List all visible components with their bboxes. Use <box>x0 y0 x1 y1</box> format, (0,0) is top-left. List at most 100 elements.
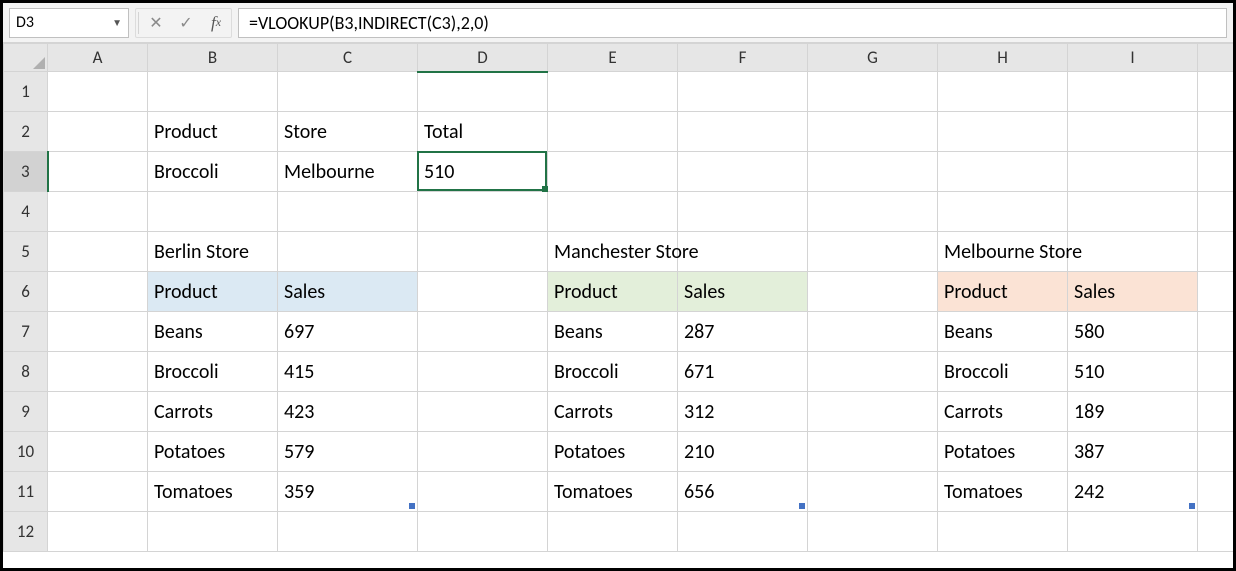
cell-I11[interactable]: 242 <box>1068 472 1198 512</box>
row-header-5[interactable]: 5 <box>4 232 48 272</box>
cell-H5[interactable]: Melbourne Store <box>938 232 1068 272</box>
cell[interactable] <box>1198 112 1234 152</box>
cell-B11[interactable]: Tomatoes <box>148 472 278 512</box>
formula-input[interactable]: =VLOOKUP(B3,INDIRECT(C3),2,0) <box>238 8 1227 38</box>
cell[interactable] <box>148 192 278 232</box>
cell-I8[interactable]: 510 <box>1068 352 1198 392</box>
cell[interactable] <box>278 192 418 232</box>
cell[interactable] <box>1198 512 1234 552</box>
cell-B2[interactable]: Product <box>148 112 278 152</box>
cell[interactable] <box>1068 152 1198 192</box>
cell-E9[interactable]: Carrots <box>548 392 678 432</box>
cell-I9[interactable]: 189 <box>1068 392 1198 432</box>
cell[interactable] <box>278 512 418 552</box>
row-header-7[interactable]: 7 <box>4 312 48 352</box>
cell[interactable] <box>418 72 548 112</box>
cell[interactable] <box>548 152 678 192</box>
row-header-3[interactable]: 3 <box>4 152 48 192</box>
cell[interactable] <box>808 472 938 512</box>
table-corner-icon[interactable] <box>409 503 415 509</box>
cell[interactable] <box>808 232 938 272</box>
cell-F9[interactable]: 312 <box>678 392 808 432</box>
cell-E11[interactable]: Tomatoes <box>548 472 678 512</box>
cell[interactable] <box>48 72 148 112</box>
row-header-1[interactable]: 1 <box>4 72 48 112</box>
cell-D2[interactable]: Total <box>418 112 548 152</box>
cell-F6[interactable]: Sales <box>678 272 808 312</box>
cell-D3[interactable]: 510 <box>418 152 548 192</box>
col-header-G[interactable]: G <box>808 44 938 72</box>
cell[interactable] <box>1198 392 1234 432</box>
cell-C11[interactable]: 359 <box>278 472 418 512</box>
cell[interactable] <box>48 392 148 432</box>
cell[interactable] <box>1198 432 1234 472</box>
cell-F11[interactable]: 656 <box>678 472 808 512</box>
cell-B10[interactable]: Potatoes <box>148 432 278 472</box>
row-header-4[interactable]: 4 <box>4 192 48 232</box>
row-header-6[interactable]: 6 <box>4 272 48 312</box>
col-header-A[interactable]: A <box>48 44 148 72</box>
row-header-9[interactable]: 9 <box>4 392 48 432</box>
cell[interactable] <box>938 72 1068 112</box>
cell[interactable] <box>48 232 148 272</box>
cell-H6[interactable]: Product <box>938 272 1068 312</box>
cell[interactable] <box>548 512 678 552</box>
row-header-2[interactable]: 2 <box>4 112 48 152</box>
cell[interactable] <box>278 72 418 112</box>
col-header-B[interactable]: B <box>148 44 278 72</box>
cell-B5[interactable]: Berlin Store <box>148 232 278 272</box>
cell-H9[interactable]: Carrots <box>938 392 1068 432</box>
cell-E5[interactable]: Manchester Store <box>548 232 678 272</box>
cell[interactable] <box>1198 72 1234 112</box>
chevron-down-icon[interactable]: ▼ <box>112 16 122 29</box>
cell[interactable] <box>1198 232 1234 272</box>
fx-icon[interactable]: fx <box>201 8 231 38</box>
row-header-11[interactable]: 11 <box>4 472 48 512</box>
cell-C8[interactable]: 415 <box>278 352 418 392</box>
cell[interactable] <box>48 272 148 312</box>
cell[interactable] <box>1198 192 1234 232</box>
cell[interactable] <box>418 352 548 392</box>
cell-C10[interactable]: 579 <box>278 432 418 472</box>
cell[interactable] <box>808 152 938 192</box>
cell[interactable] <box>808 312 938 352</box>
cell[interactable] <box>678 72 808 112</box>
cell[interactable] <box>808 72 938 112</box>
table-corner-icon[interactable] <box>799 503 805 509</box>
cell[interactable] <box>678 112 808 152</box>
cell-B9[interactable]: Carrots <box>148 392 278 432</box>
cell-E10[interactable]: Potatoes <box>548 432 678 472</box>
cell-C3[interactable]: Melbourne <box>278 152 418 192</box>
cell[interactable] <box>1068 112 1198 152</box>
cell[interactable] <box>418 232 548 272</box>
cell-B3[interactable]: Broccoli <box>148 152 278 192</box>
cell-B6[interactable]: Product <box>148 272 278 312</box>
cell-F7[interactable]: 287 <box>678 312 808 352</box>
cell[interactable] <box>48 512 148 552</box>
row-header-10[interactable]: 10 <box>4 432 48 472</box>
cell[interactable] <box>418 272 548 312</box>
cell[interactable] <box>48 432 148 472</box>
col-header-D[interactable]: D <box>418 44 548 72</box>
cell-H7[interactable]: Beans <box>938 312 1068 352</box>
cell-I6[interactable]: Sales <box>1068 272 1198 312</box>
cell-I10[interactable]: 387 <box>1068 432 1198 472</box>
cell[interactable] <box>418 432 548 472</box>
table-corner-icon[interactable] <box>1189 503 1195 509</box>
cell[interactable] <box>1198 472 1234 512</box>
cell-C6[interactable]: Sales <box>278 272 418 312</box>
cell[interactable] <box>1068 72 1198 112</box>
col-header-E[interactable]: E <box>548 44 678 72</box>
cell[interactable] <box>1198 312 1234 352</box>
col-header-H[interactable]: H <box>938 44 1068 72</box>
cell[interactable] <box>48 112 148 152</box>
cell[interactable] <box>678 152 808 192</box>
cell-E6[interactable]: Product <box>548 272 678 312</box>
cell[interactable] <box>808 432 938 472</box>
cell[interactable] <box>808 352 938 392</box>
cell[interactable] <box>148 512 278 552</box>
cell[interactable] <box>808 512 938 552</box>
col-header-C[interactable]: C <box>278 44 418 72</box>
cell[interactable] <box>418 312 548 352</box>
cell-C7[interactable]: 697 <box>278 312 418 352</box>
